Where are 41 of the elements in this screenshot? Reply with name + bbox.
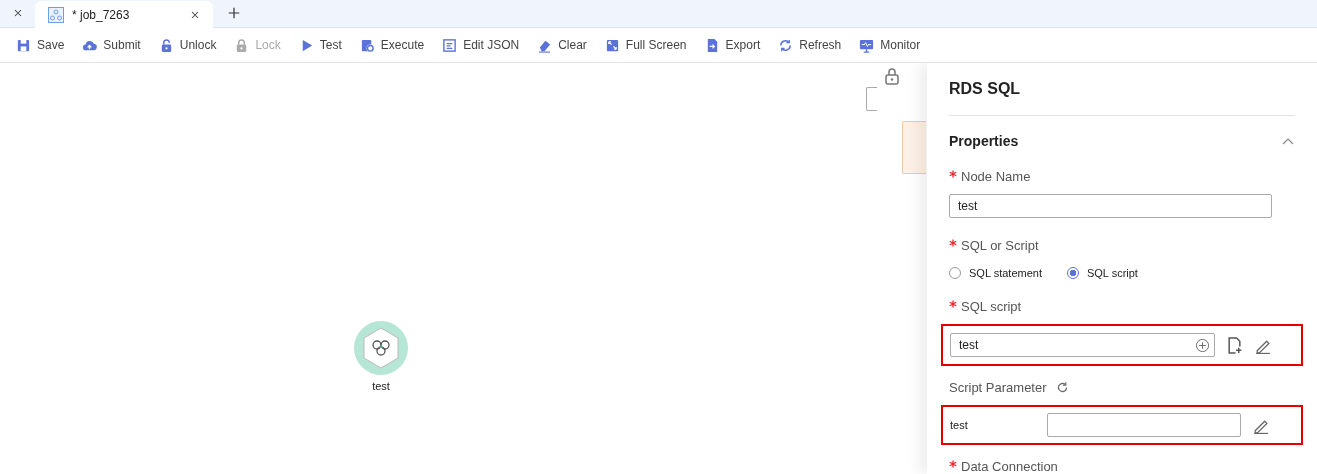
field-label: SQL script bbox=[961, 299, 1022, 314]
refresh-button[interactable]: Refresh bbox=[772, 33, 848, 57]
unlock-button[interactable]: Unlock bbox=[152, 33, 223, 57]
panel-title: RDS SQL bbox=[949, 80, 1022, 99]
add-circle-icon[interactable] bbox=[1195, 337, 1210, 353]
refresh-icon bbox=[778, 37, 794, 53]
tab[interactable]: * job_7263 bbox=[35, 1, 213, 28]
save-button[interactable]: Save bbox=[10, 33, 71, 57]
input-field[interactable]: test bbox=[949, 194, 1272, 218]
field-label: Data Connection bbox=[961, 459, 1058, 474]
lock-icon[interactable] bbox=[884, 67, 900, 85]
radio-option[interactable]: SQL script bbox=[1066, 267, 1138, 279]
save-icon bbox=[16, 37, 31, 53]
notice-card bbox=[902, 121, 926, 174]
json-button[interactable]: Edit JSON bbox=[436, 33, 526, 57]
search-field[interactable] bbox=[866, 87, 877, 111]
parameter-name: test bbox=[950, 419, 969, 431]
execute-icon bbox=[359, 37, 375, 53]
monitor-icon bbox=[859, 37, 875, 53]
close-icon[interactable] bbox=[12, 7, 24, 19]
monitor-button[interactable]: Monitor bbox=[853, 33, 927, 57]
radio-option[interactable]: SQL statement bbox=[949, 267, 1042, 279]
submit-button[interactable]: Submit bbox=[76, 33, 147, 57]
field-label: SQL or Script bbox=[961, 238, 1039, 253]
fullscreen-icon bbox=[604, 37, 620, 53]
script-field[interactable]: test bbox=[950, 333, 1215, 357]
field-label: Script Parameter bbox=[949, 380, 1047, 395]
test-button[interactable]: Test bbox=[292, 33, 348, 57]
node-label: test bbox=[372, 380, 390, 392]
new-file-icon[interactable] bbox=[1226, 336, 1243, 354]
field-label: Node Name bbox=[961, 169, 1031, 184]
parameter-value-field[interactable] bbox=[1047, 413, 1241, 437]
document-icon bbox=[442, 37, 458, 53]
add-tab-icon[interactable] bbox=[227, 6, 241, 20]
refresh-icon[interactable] bbox=[1055, 381, 1069, 394]
section-title: Properties bbox=[949, 133, 1019, 149]
execute-button[interactable]: Execute bbox=[353, 33, 431, 57]
workflow-icon bbox=[48, 6, 64, 23]
fullscreen-button[interactable]: Full Screen bbox=[598, 33, 693, 57]
clear-button[interactable]: Clear bbox=[531, 33, 593, 57]
export-button[interactable]: Export bbox=[698, 33, 767, 57]
